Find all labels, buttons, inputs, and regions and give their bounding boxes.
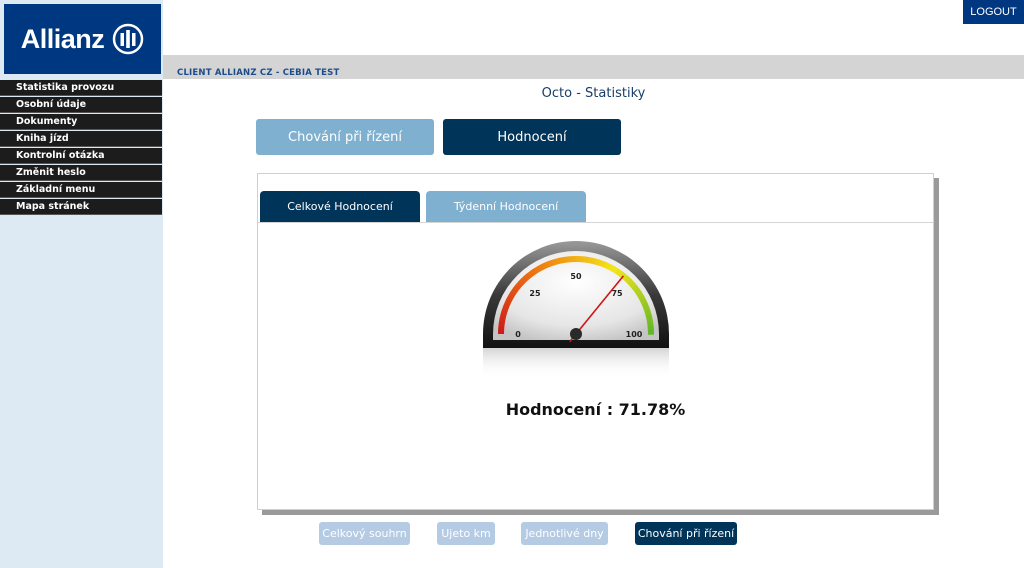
- gauge-tick-label: 25: [529, 289, 541, 298]
- sidebar-nav: Statistika provozu Osobní údaje Dokument…: [0, 80, 162, 216]
- sidebar-item-osobni-udaje[interactable]: Osobní údaje: [0, 97, 162, 113]
- chovani-pri-rizeni-bottom-button[interactable]: Chování při řízení: [635, 522, 737, 545]
- gauge-tick-label: 0: [515, 330, 521, 339]
- celkovy-souhrn-button[interactable]: Celkový souhrn: [319, 522, 410, 545]
- logout-button[interactable]: LOGOUT: [963, 0, 1024, 24]
- gauge-tick-label: 100: [626, 330, 643, 339]
- jednotlive-dny-button[interactable]: Jednotlivé dny: [521, 522, 608, 545]
- ujeto-km-button[interactable]: Ujeto km: [437, 522, 495, 545]
- gauge-color-band: [647, 329, 654, 335]
- client-bar: CLIENT ALLIANZ CZ - CEBIA TEST: [163, 55, 1024, 79]
- logo-text: Allianz: [20, 23, 105, 54]
- gauge-tick-label: 75: [611, 289, 623, 298]
- sidebar-item-kniha-jizd[interactable]: Kniha jízd: [0, 131, 162, 147]
- gauge-hub: [570, 328, 582, 340]
- rating-gauge: 0 25 50 75 100: [483, 241, 669, 378]
- sidebar-item-zakladni-menu[interactable]: Základní menu: [0, 182, 162, 198]
- page-title: Octo - Statistiky: [541, 86, 646, 101]
- sidebar-item-zmenit-heslo[interactable]: Změnit heslo: [0, 165, 162, 181]
- allianz-eagle-icon: [113, 23, 144, 55]
- tab-celkove-hodnoceni[interactable]: Celkové Hodnocení: [260, 191, 420, 222]
- sidebar-item-mapa-stranek[interactable]: Mapa stránek: [0, 199, 162, 215]
- tab-tydenni-hodnoceni[interactable]: Týdenní Hodnocení: [426, 191, 586, 222]
- client-label: CLIENT ALLIANZ CZ - CEBIA TEST: [177, 68, 340, 78]
- tabs-divider: [258, 222, 933, 223]
- sidebar-item-statistika-provozu[interactable]: Statistika provozu: [0, 80, 162, 96]
- sidebar-item-kontrolni-otazka[interactable]: Kontrolní otázka: [0, 148, 162, 164]
- chovani-pri-rizeni-button[interactable]: Chování při řízení: [256, 119, 434, 155]
- rating-panel: Celkové Hodnocení Týdenní Hodnocení 0 25…: [257, 173, 934, 510]
- hodnoceni-button[interactable]: Hodnocení: [443, 119, 621, 155]
- gauge-tick-label: 50: [570, 272, 582, 281]
- gauge-reflection: [483, 348, 669, 378]
- sidebar: Allianz Statistika provozu Osobní údaje …: [0, 0, 163, 568]
- sidebar-item-dokumenty[interactable]: Dokumenty: [0, 114, 162, 130]
- rating-score: Hodnocení : 71.78%: [505, 400, 686, 419]
- allianz-logo[interactable]: Allianz: [4, 4, 161, 74]
